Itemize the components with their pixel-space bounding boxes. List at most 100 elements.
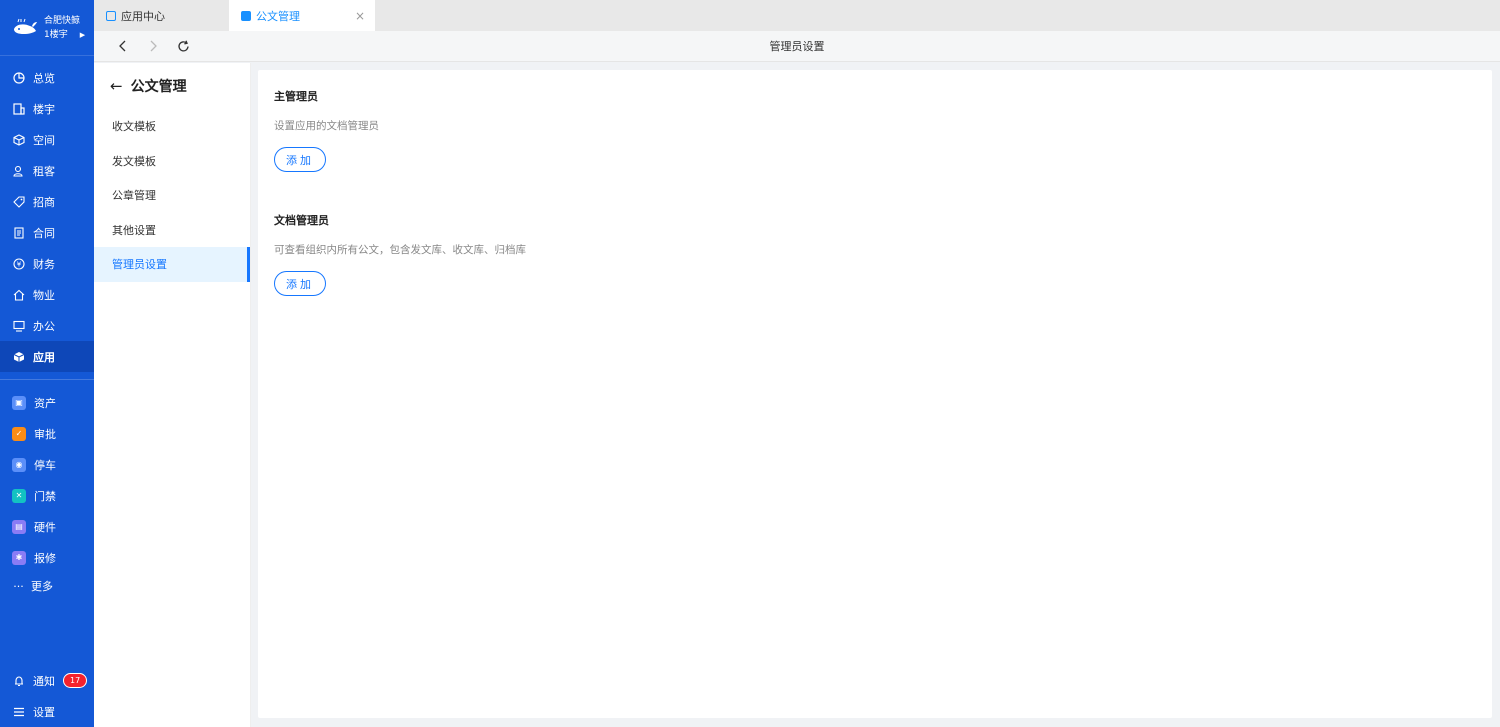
home-icon <box>12 288 25 301</box>
section-title: 主管理员 <box>274 90 318 103</box>
nav-label: 资产 <box>34 396 56 410</box>
nav-label: 设置 <box>33 705 55 719</box>
brand-switcher[interactable]: 合肥快鲸 1楼宇 ▶ <box>0 0 94 56</box>
users-icon <box>12 164 25 177</box>
nav-label: 租客 <box>33 164 55 178</box>
nav-app-parking[interactable]: ◉ 停车 <box>0 449 94 480</box>
add-doc-admin-button[interactable]: 添加 <box>274 271 326 296</box>
nav-label: 门禁 <box>34 489 56 503</box>
menu-icon <box>12 705 25 718</box>
nav-label: 合同 <box>33 226 55 240</box>
nav-item-settings[interactable]: 设置 <box>0 696 94 727</box>
main-content: 主管理员 设置应用的文档管理员 添加 文档管理员 可查看组织内所有公文，包含发文… <box>258 70 1492 718</box>
nav-label: 楼宇 <box>33 102 55 116</box>
building-icon <box>12 102 25 115</box>
nav-label: 办公 <box>33 319 55 333</box>
caret-right-icon: ▶ <box>79 30 86 39</box>
nav-app-asset[interactable]: ▣ 资产 <box>0 387 94 418</box>
nav-item-space[interactable]: 空间 <box>0 124 94 155</box>
nav-app-hardware[interactable]: ▤ 硬件 <box>0 511 94 542</box>
more-dots-icon: ··· <box>13 579 24 593</box>
section-title: 文档管理员 <box>274 214 329 227</box>
whale-logo-icon <box>12 18 38 38</box>
page-title: 管理员设置 <box>769 40 825 53</box>
parking-icon: ◉ <box>12 457 26 472</box>
tag-icon <box>12 195 25 208</box>
building-name: 1楼宇 <box>44 29 68 40</box>
sidebar: 合肥快鲸 1楼宇 ▶ 总览 楼宇 空间 租客 招商 合同 ¥ 财务 物业 办公 … <box>0 0 94 727</box>
submenu-title: 公文管理 <box>130 79 187 95</box>
tab-label: 公文管理 <box>256 9 300 23</box>
submenu-item-send-template[interactable]: 发文模板 <box>94 144 250 179</box>
svg-text:¥: ¥ <box>16 260 21 268</box>
section-description: 设置应用的文档管理员 <box>274 120 379 132</box>
nav-label: 总览 <box>33 71 55 85</box>
nav-item-property[interactable]: 物业 <box>0 279 94 310</box>
sidebar-bottom: 通知 17 设置 <box>0 665 94 727</box>
document-icon <box>12 226 25 239</box>
nav-item-overview[interactable]: 总览 <box>0 62 94 93</box>
nav-label: 通知 <box>33 674 55 688</box>
chevron-left-icon <box>119 40 126 52</box>
nav-label: 审批 <box>34 427 56 441</box>
tab-document-management[interactable]: 公文管理 × <box>229 0 375 31</box>
nav-item-contract[interactable]: 合同 <box>0 217 94 248</box>
add-primary-admin-button[interactable]: 添加 <box>274 147 326 172</box>
nav-item-building[interactable]: 楼宇 <box>0 93 94 124</box>
approval-icon: ✓ <box>12 426 26 441</box>
bell-icon <box>12 674 25 687</box>
cube-icon <box>12 133 25 146</box>
primary-admin-section: 主管理员 设置应用的文档管理员 添加 <box>274 88 1476 172</box>
finance-icon: ¥ <box>12 257 25 270</box>
close-icon[interactable]: × <box>355 9 365 23</box>
nav-item-investment[interactable]: 招商 <box>0 186 94 217</box>
monitor-icon <box>12 319 25 332</box>
tab-app-center[interactable]: 应用中心 <box>94 0 229 31</box>
nav-item-apps[interactable]: 应用 <box>0 341 94 372</box>
submenu-item-admin[interactable]: 管理员设置 <box>94 247 250 282</box>
tab-bar: 应用中心 公文管理 × <box>94 0 1500 31</box>
nav-item-office[interactable]: 办公 <box>0 310 94 341</box>
nav-label: 更多 <box>31 580 53 593</box>
nav-label: 应用 <box>33 350 55 364</box>
nav-app-access[interactable]: ✕ 门禁 <box>0 480 94 511</box>
chevron-right-icon <box>150 40 157 52</box>
refresh-button[interactable] <box>168 31 198 62</box>
nav-divider <box>0 379 94 380</box>
submenu-item-receive-template[interactable]: 收文模板 <box>94 109 250 144</box>
document-app-icon <box>241 10 251 21</box>
nav-label: 报修 <box>34 551 56 565</box>
access-icon: ✕ <box>12 488 26 503</box>
main-nav: 总览 楼宇 空间 租客 招商 合同 ¥ 财务 物业 办公 应用 ▣ 资产 ✓ 审… <box>0 56 94 599</box>
toolbar: 管理员设置 <box>94 31 1500 62</box>
nav-app-repair[interactable]: ✱ 报修 <box>0 542 94 573</box>
app-center-icon <box>106 10 116 21</box>
nav-item-more[interactable]: ··· 更多 <box>0 573 94 599</box>
back-button[interactable] <box>108 31 138 62</box>
submenu-item-seal[interactable]: 公章管理 <box>94 178 250 213</box>
dashboard-icon <box>12 71 25 84</box>
nav-label: 硬件 <box>34 520 56 534</box>
asset-icon: ▣ <box>12 395 26 410</box>
nav-label: 招商 <box>33 195 55 209</box>
submenu: ← 公文管理 收文模板 发文模板 公章管理 其他设置 管理员设置 <box>94 63 251 727</box>
nav-item-notify[interactable]: 通知 17 <box>0 665 94 696</box>
brand-name: 合肥快鲸 <box>44 15 81 26</box>
repair-icon: ✱ <box>12 550 26 565</box>
refresh-icon <box>177 40 189 51</box>
nav-app-approval[interactable]: ✓ 审批 <box>0 418 94 449</box>
nav-label: 财务 <box>33 257 55 271</box>
nav-label: 物业 <box>33 288 55 302</box>
hardware-icon: ▤ <box>12 519 26 534</box>
submenu-item-other[interactable]: 其他设置 <box>94 213 250 248</box>
nav-item-tenant[interactable]: 租客 <box>0 155 94 186</box>
notify-badge: 17 <box>63 673 88 688</box>
nav-label: 停车 <box>34 458 56 472</box>
forward-button[interactable] <box>138 31 168 62</box>
nav-item-finance[interactable]: ¥ 财务 <box>0 248 94 279</box>
nav-label: 空间 <box>33 133 55 147</box>
section-description: 可查看组织内所有公文，包含发文库、收文库、归档库 <box>274 244 526 256</box>
arrow-left-icon[interactable]: ← <box>110 77 123 95</box>
doc-admin-section: 文档管理员 可查看组织内所有公文，包含发文库、收文库、归档库 添加 <box>274 212 1476 296</box>
submenu-header: ← 公文管理 <box>94 63 250 109</box>
